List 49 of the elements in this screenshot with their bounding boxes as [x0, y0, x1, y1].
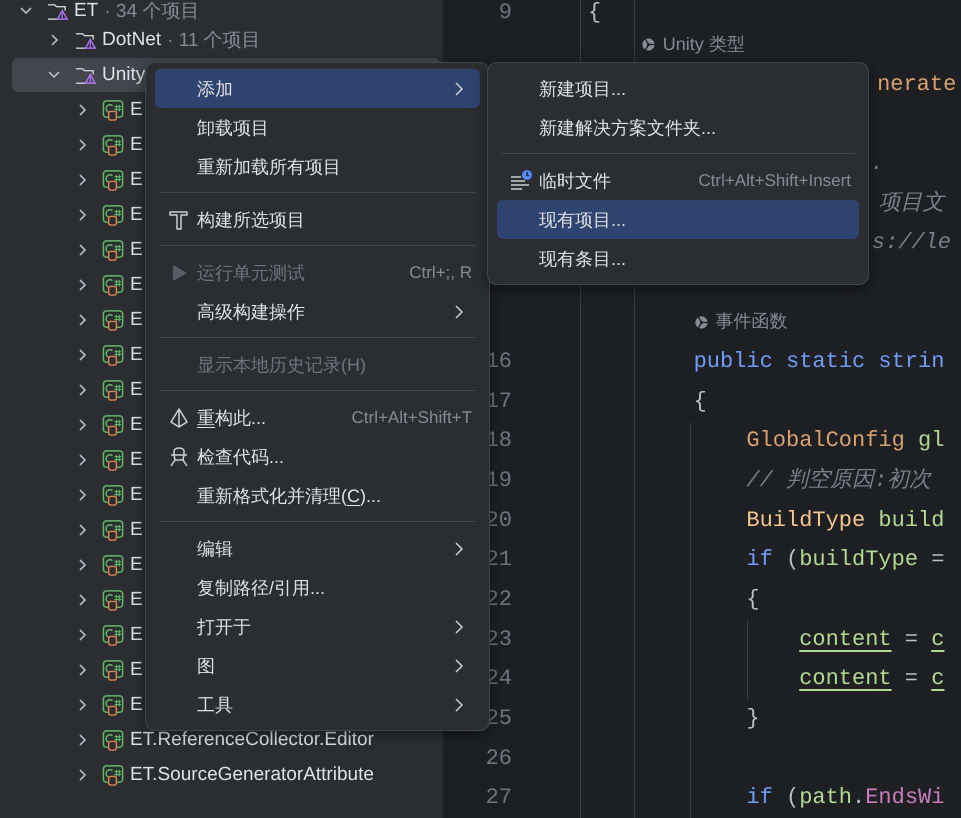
tree-item-name: E	[130, 624, 143, 646]
code-line: .	[870, 150, 884, 178]
shortcut-label: Ctrl+Alt+Shift+Insert	[698, 170, 851, 190]
code-line: if (path.EndsWi	[746, 784, 944, 812]
code-line: BuildType build	[746, 506, 944, 535]
tree-item-name: E	[130, 169, 143, 191]
tree-item-name: E	[130, 694, 143, 716]
tree-item-name: ET.SourceGeneratorAttribute	[130, 764, 374, 786]
tree-item-name: Unity	[102, 64, 146, 86]
tree-item-name: E	[130, 449, 143, 471]
code-line: {	[746, 586, 760, 614]
item-count: · 34 个项目	[104, 0, 200, 24]
tree-item-name: E	[130, 659, 143, 681]
tree-item-name: E	[130, 379, 143, 401]
inlay-hint: 事件函数	[716, 310, 788, 334]
tree-item-name: ET.ReferenceCollector.Editor	[130, 729, 374, 751]
code-line: nerate	[877, 70, 956, 99]
tree-item-name: ET	[74, 0, 98, 22]
code-line: public static strin	[694, 348, 944, 376]
code-line: if (buildType =	[746, 546, 944, 574]
code-line: {	[694, 388, 707, 416]
inlay-hint: Unity 类型	[662, 33, 745, 56]
tree-item-name: E	[130, 204, 143, 226]
tree-item-name: E	[130, 484, 143, 506]
code-line: // 判空原因:初次	[746, 466, 932, 496]
tree-item-name: E	[130, 414, 143, 436]
tree-item-name: E	[130, 99, 143, 121]
code-line: content = c	[799, 665, 944, 694]
code-line: }	[746, 704, 760, 733]
line-number: 26	[486, 746, 512, 771]
tree-item-name: DotNet	[102, 29, 162, 51]
tree-item-name: E	[130, 344, 143, 366]
tree-item-name: E	[130, 519, 143, 541]
code-line: {	[588, 0, 602, 25]
code-line: 项目文	[878, 190, 944, 218]
code-line: GlobalConfig gl	[746, 427, 944, 456]
tree-item-name: E	[130, 274, 143, 296]
item-count: · 11 个项目	[167, 29, 261, 53]
tree-item-name: E	[130, 589, 143, 611]
code-line: s://le	[872, 229, 952, 258]
line-number: 9	[498, 0, 512, 25]
tree-item-name: E	[130, 309, 143, 331]
shortcut-label: Ctrl+;, R	[409, 262, 472, 282]
line-number: 27	[486, 785, 512, 810]
tree-item-name: E	[130, 554, 143, 576]
code-line: content = c	[799, 626, 944, 654]
shortcut-label: Ctrl+Alt+Shift+T	[352, 408, 472, 428]
tree-item-name: E	[130, 239, 143, 261]
tree-item-name: E	[130, 134, 143, 156]
